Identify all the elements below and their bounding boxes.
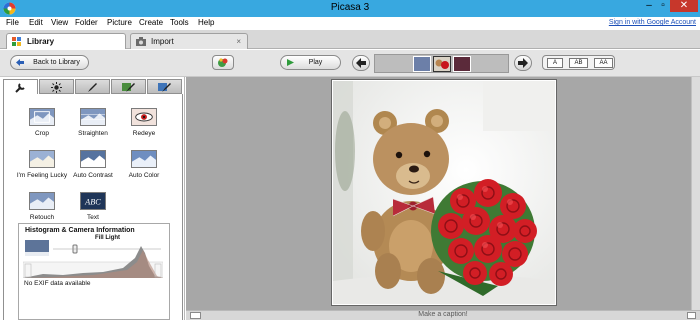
window-title: Picasa 3 [330, 2, 370, 13]
close-window-button[interactable]: ✕ [670, 0, 698, 12]
tab-library[interactable]: Library [6, 33, 126, 49]
redeye-label: Redeye [132, 130, 156, 137]
menu-folder[interactable]: Folder [75, 18, 98, 27]
edit-tab-strip [3, 79, 183, 94]
sign-in-link[interactable]: Sign in with Google Account [609, 19, 696, 26]
feeling-lucky-icon [29, 150, 55, 168]
title-bar: Picasa 3 – ▫ ✕ [0, 0, 700, 17]
photo-frame [331, 79, 557, 306]
menu-picture[interactable]: Picture [107, 18, 132, 27]
tab-import[interactable]: Import × [130, 33, 248, 49]
menu-tools[interactable]: Tools [170, 18, 189, 27]
text-size-large-button[interactable]: AA [594, 58, 613, 68]
back-to-library-label: Back to Library [33, 59, 80, 66]
tab-effects-2[interactable] [111, 79, 146, 94]
tab-tuning[interactable] [39, 79, 74, 94]
redeye-tool[interactable]: Redeye [114, 108, 174, 144]
histogram-title: Histogram & Camera Information [25, 227, 135, 234]
upload-web-button[interactable] [212, 55, 234, 70]
filmstrip-thumb-selected[interactable] [433, 56, 451, 72]
tab-import-label: Import [151, 37, 174, 46]
text-size-small-button[interactable]: A [547, 58, 563, 68]
edit-panel: Crop Straighten Redeye I'm Feeling Lucky [0, 77, 185, 320]
tab-bar: Library Import × [0, 30, 700, 49]
redeye-icon [131, 108, 157, 126]
photo-toolbar: Back to Library Play A AB AA [0, 50, 700, 77]
menu-file[interactable]: File [6, 18, 19, 27]
teddy-rose-thumb-icon [435, 59, 449, 69]
tab-effects[interactable] [75, 79, 110, 94]
text-size-selector: A AB AA [542, 55, 615, 70]
globe-upload-icon [218, 58, 228, 67]
maximize-button[interactable]: ▫ [656, 0, 670, 12]
retouch-icon [29, 192, 55, 210]
text-size-medium-button[interactable]: AB [569, 58, 588, 68]
menu-edit[interactable]: Edit [29, 18, 43, 27]
caption-options-icon[interactable] [687, 312, 696, 319]
photo-canvas [186, 77, 700, 310]
menu-bar: File Edit View Folder Picture Create Too… [0, 17, 700, 30]
text-icon: ABC [80, 192, 106, 210]
wrench-icon [15, 83, 25, 93]
vertical-scrollbar[interactable] [691, 77, 700, 310]
tab-basic-fixes[interactable] [3, 79, 38, 94]
play-slideshow-button[interactable]: Play [280, 55, 341, 70]
back-arrow-icon [16, 59, 24, 66]
caption-input[interactable]: Make a caption! [186, 311, 700, 318]
text-label: Text [87, 214, 99, 221]
next-photo-button[interactable] [514, 55, 532, 71]
tab-effects-3[interactable] [147, 79, 182, 94]
right-arrow-icon [518, 58, 528, 68]
pen-brush-icon [158, 83, 171, 92]
sun-icon [51, 82, 62, 93]
filmstrip [374, 54, 509, 73]
auto-contrast-icon [80, 150, 106, 168]
library-grid-icon [12, 37, 21, 46]
exif-info-text: No EXIF data available [24, 280, 91, 287]
minimize-button[interactable]: – [642, 0, 656, 12]
teddy-bear-roses-photo[interactable] [333, 81, 555, 304]
auto-color-label: Auto Color [128, 172, 160, 179]
filmstrip-thumb[interactable] [453, 56, 471, 72]
auto-color-icon [131, 150, 157, 168]
svg-text:ABC: ABC [84, 198, 101, 207]
menu-create[interactable]: Create [139, 18, 163, 27]
effects-brush-icon [122, 83, 135, 92]
brush-icon [88, 83, 97, 92]
close-tab-icon[interactable]: × [236, 34, 241, 49]
play-icon [287, 59, 294, 66]
menu-help[interactable]: Help [198, 18, 214, 27]
straighten-icon [80, 108, 106, 126]
play-label: Play [308, 59, 323, 66]
auto-color-tool[interactable]: Auto Color [114, 150, 174, 186]
previous-photo-button[interactable] [352, 55, 370, 71]
tab-library-label: Library [27, 37, 55, 46]
histogram-graph [23, 240, 163, 278]
filmstrip-thumb[interactable] [413, 56, 431, 72]
back-to-library-button[interactable]: Back to Library [10, 55, 89, 70]
histogram-panel: Histogram & Camera Information Fill Ligh… [18, 223, 170, 320]
import-camera-icon [136, 37, 146, 46]
left-arrow-icon [356, 58, 366, 68]
caption-bar: Make a caption! [186, 310, 700, 320]
crop-icon [29, 108, 55, 126]
menu-view[interactable]: View [51, 18, 68, 27]
